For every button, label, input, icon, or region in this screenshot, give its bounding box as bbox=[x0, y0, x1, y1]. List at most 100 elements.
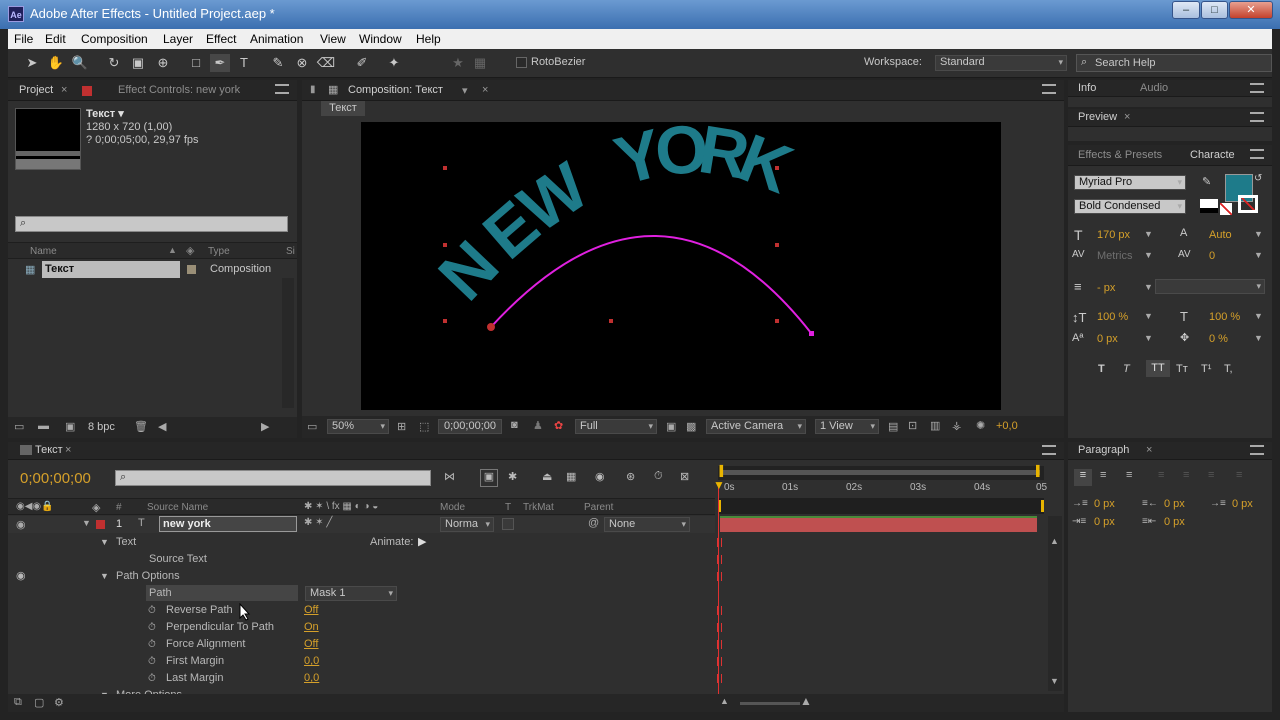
brush-tool-icon[interactable]: ✎ bbox=[268, 54, 288, 72]
tsume-value[interactable]: 0 % bbox=[1209, 333, 1228, 345]
col-size[interactable]: Si bbox=[286, 246, 295, 257]
minimize-button[interactable]: – bbox=[1172, 1, 1200, 19]
preserve-transparency-checkbox[interactable] bbox=[502, 518, 514, 530]
stroke-width-value[interactable]: - px bbox=[1097, 282, 1115, 294]
property-row[interactable]: ⏱ Force Alignment Off bbox=[8, 636, 715, 653]
pickwhip-icon[interactable]: @ bbox=[588, 517, 599, 529]
panel-menu-icon[interactable] bbox=[275, 84, 289, 94]
layer-name[interactable]: new york bbox=[159, 516, 297, 532]
label-color[interactable] bbox=[96, 520, 105, 529]
property-row[interactable]: Path Mask 1 bbox=[8, 585, 715, 602]
menu-animation[interactable]: Animation bbox=[250, 32, 303, 46]
scrollbar[interactable] bbox=[282, 278, 294, 408]
keyframe-marker[interactable] bbox=[717, 657, 722, 666]
stopwatch-icon[interactable]: ⏱ bbox=[148, 619, 156, 636]
keyframe-marker[interactable] bbox=[717, 674, 722, 683]
auto-keyframe-icon[interactable]: ⏱ bbox=[654, 470, 663, 483]
chevron-down-icon[interactable]: ▼ bbox=[1144, 229, 1153, 239]
horizontal-scale-value[interactable]: 100 % bbox=[1209, 311, 1240, 323]
time-ruler[interactable]: 0s 01s 02s 03s 04s 05 bbox=[718, 480, 1047, 497]
vertical-scale-value[interactable]: 100 % bbox=[1097, 311, 1128, 323]
menu-help[interactable]: Help bbox=[416, 32, 441, 46]
chevron-down-icon[interactable]: ▼ bbox=[100, 534, 109, 551]
safe-zones-icon[interactable]: ⊞ bbox=[397, 420, 406, 433]
font-size-value[interactable]: 170 px bbox=[1097, 229, 1130, 241]
faux-bold-button[interactable]: T bbox=[1098, 363, 1105, 375]
space-before-value[interactable]: 0 px bbox=[1094, 516, 1115, 528]
indent-left-value[interactable]: 0 px bbox=[1094, 498, 1115, 510]
scroll-right-icon[interactable]: ▶ bbox=[261, 420, 269, 433]
play-icon[interactable]: ▶ bbox=[418, 535, 426, 548]
rotobezier-checkbox[interactable] bbox=[516, 57, 527, 68]
project-search-input[interactable]: ⌕ bbox=[15, 216, 288, 232]
align-center-icon[interactable]: ≡ bbox=[1100, 469, 1106, 481]
stopwatch-icon[interactable]: ⏱ bbox=[148, 602, 156, 619]
search-help-input[interactable]: ⌕ Search Help bbox=[1076, 54, 1272, 72]
shy-layers-icon[interactable]: ⏏ bbox=[542, 470, 552, 483]
comp-mini-flowchart-icon[interactable]: ⋈ bbox=[444, 470, 455, 483]
property-row[interactable]: ⏱ Last Margin 0,0 bbox=[8, 670, 715, 687]
white-black-swatch[interactable] bbox=[1200, 199, 1218, 213]
property-row[interactable]: ⏱ Reverse Path Off bbox=[8, 602, 715, 619]
roto-brush-tool-icon[interactable]: ✐ bbox=[352, 54, 372, 72]
keyframe-marker[interactable] bbox=[717, 623, 722, 632]
tracking-value[interactable]: 0 bbox=[1209, 250, 1215, 262]
small-caps-button[interactable]: Tт bbox=[1176, 363, 1188, 375]
work-area-start-icon[interactable]: ▐ bbox=[716, 466, 723, 477]
scroll-down-icon[interactable]: ▼ bbox=[1050, 676, 1059, 686]
scroll-left-icon[interactable]: ◀ bbox=[158, 420, 166, 433]
chevron-down-icon[interactable]: ▼ bbox=[1144, 311, 1153, 321]
flowchart-icon[interactable]: ⚶ bbox=[952, 419, 961, 432]
subscript-button[interactable]: T, bbox=[1224, 363, 1233, 375]
clone-tool-icon[interactable]: ⊗ bbox=[292, 54, 312, 72]
kerning-value[interactable]: Metrics bbox=[1097, 250, 1132, 262]
transfer-controls-icon[interactable]: ▢ bbox=[34, 696, 44, 709]
snapshot-icon[interactable]: ◙ bbox=[511, 419, 518, 431]
hand-tool-icon[interactable]: ✋ bbox=[46, 54, 66, 72]
swap-colors-icon[interactable]: ↺ bbox=[1254, 173, 1262, 184]
tab-effects-presets[interactable]: Effects & Presets bbox=[1078, 149, 1162, 161]
tab-composition[interactable]: Composition: Текст bbox=[348, 84, 443, 96]
property-row[interactable]: ⏱ First Margin 0,0 bbox=[8, 653, 715, 670]
draft-3d-icon[interactable]: ✱ bbox=[508, 470, 517, 483]
col-source-name[interactable]: Source Name bbox=[147, 502, 208, 513]
resolution-select[interactable]: Full bbox=[575, 419, 657, 434]
comp-timecode[interactable]: 0;00;00;00 bbox=[438, 419, 502, 434]
eye-icon[interactable]: ◉ bbox=[16, 518, 26, 531]
faux-italic-button[interactable]: T bbox=[1123, 363, 1130, 375]
chevron-down-icon[interactable]: ▼ bbox=[1254, 311, 1263, 321]
chevron-down-icon[interactable]: ▼ bbox=[100, 568, 109, 585]
show-snapshot-icon[interactable]: ♟ bbox=[533, 419, 543, 432]
col-mode[interactable]: Mode bbox=[440, 502, 465, 513]
timeline-search-input[interactable]: ⌕ bbox=[115, 470, 431, 486]
exposure-value[interactable]: +0,0 bbox=[996, 420, 1018, 432]
menu-window[interactable]: Window bbox=[359, 32, 402, 46]
zoom-tool-icon[interactable]: 🔍 bbox=[70, 54, 90, 72]
mask-select[interactable]: Mask 1 bbox=[305, 586, 397, 601]
blend-mode-select[interactable]: Norma bbox=[440, 517, 494, 532]
property-value[interactable]: 0,0 bbox=[304, 670, 319, 687]
scroll-up-icon[interactable]: ▲ bbox=[1050, 536, 1059, 546]
tab-paragraph[interactable]: Paragraph bbox=[1078, 444, 1129, 456]
pan-behind-tool-icon[interactable]: ⊕ bbox=[153, 54, 173, 72]
close-icon[interactable]: × bbox=[482, 84, 488, 96]
keyframe-marker[interactable] bbox=[717, 555, 722, 564]
stopwatch-icon[interactable]: ⏱ bbox=[148, 653, 156, 670]
label-color[interactable] bbox=[187, 265, 196, 274]
close-icon[interactable]: × bbox=[61, 84, 67, 96]
panel-menu-icon[interactable] bbox=[1250, 112, 1264, 122]
align-right-icon[interactable]: ≡ bbox=[1126, 469, 1132, 481]
stopwatch-icon[interactable]: ⏱ bbox=[148, 670, 156, 687]
all-caps-button[interactable]: TT bbox=[1146, 360, 1170, 377]
col-parent[interactable]: Parent bbox=[584, 502, 613, 513]
justify-left-icon[interactable]: ≡ bbox=[1158, 469, 1164, 481]
transparency-grid-icon[interactable]: ▩ bbox=[686, 420, 696, 433]
list-item[interactable]: ▦ Текст Composition bbox=[8, 261, 297, 278]
trash-icon[interactable]: 🗑 bbox=[134, 420, 148, 433]
mask-visibility-icon[interactable]: ⬚ bbox=[419, 420, 429, 433]
channel-icon[interactable]: ✿ bbox=[554, 419, 563, 432]
menu-edit[interactable]: Edit bbox=[45, 32, 66, 46]
close-icon[interactable]: × bbox=[65, 444, 71, 456]
puppet-tool-icon[interactable]: ✦ bbox=[384, 54, 404, 72]
menu-file[interactable]: File bbox=[14, 32, 33, 46]
